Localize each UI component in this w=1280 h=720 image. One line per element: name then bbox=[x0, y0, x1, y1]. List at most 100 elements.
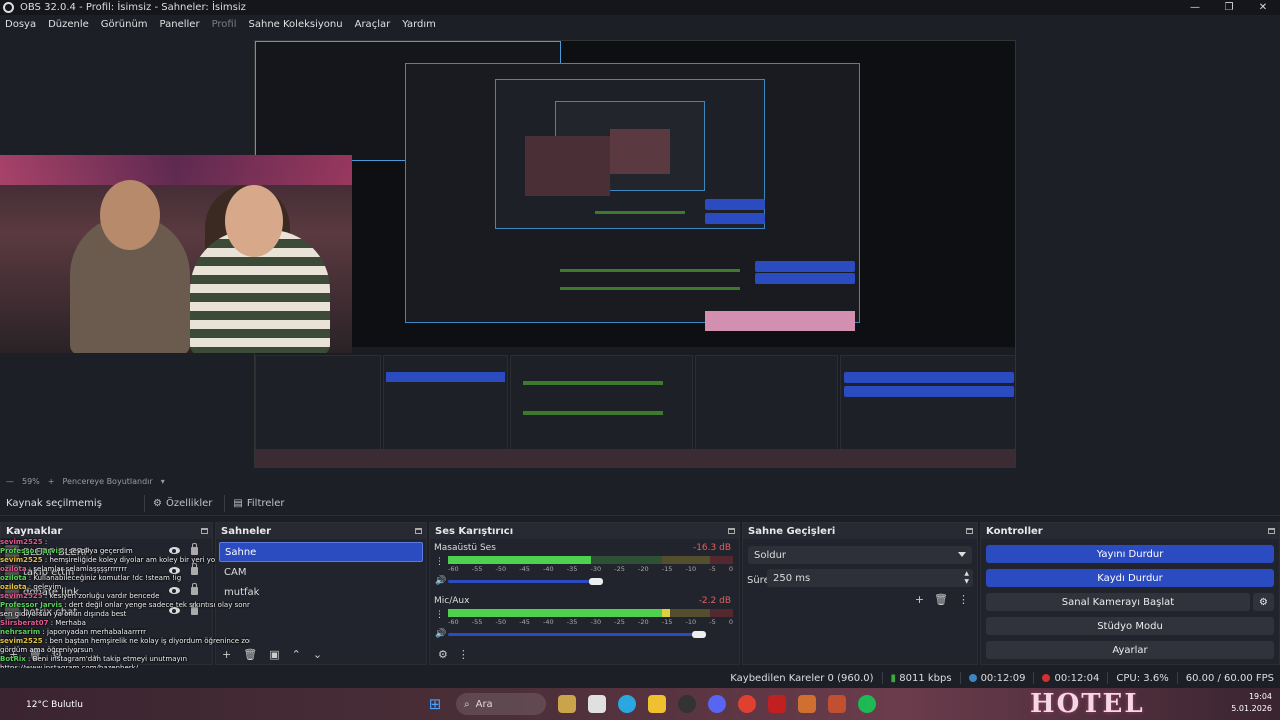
minimize-icon[interactable]: — bbox=[1178, 0, 1212, 15]
record-time: 00:12:04 bbox=[1054, 672, 1100, 684]
eye-icon[interactable] bbox=[169, 547, 180, 554]
discord-icon[interactable] bbox=[708, 695, 726, 713]
volume-slider[interactable] bbox=[448, 633, 699, 636]
menu-tools[interactable]: Araçlar bbox=[355, 19, 391, 30]
source-item[interactable]: BLERP BLERP bbox=[1, 542, 212, 562]
source-type-icon bbox=[5, 565, 19, 579]
app-icon[interactable] bbox=[768, 695, 786, 713]
meter-tick-label: -5 bbox=[709, 565, 716, 573]
menu-help[interactable]: Yardım bbox=[402, 19, 436, 30]
chevron-down-icon[interactable]: ▼ bbox=[964, 578, 969, 585]
source-item[interactable]: donate link bbox=[1, 582, 212, 602]
source-item[interactable]: botrix chat bbox=[1, 602, 212, 622]
scene-item[interactable]: CAM bbox=[219, 562, 423, 582]
folder-icon[interactable] bbox=[648, 695, 666, 713]
app-icon[interactable] bbox=[828, 695, 846, 713]
settings-button[interactable]: Ayarlar bbox=[986, 641, 1274, 659]
maximize-icon[interactable]: ❐ bbox=[1212, 0, 1246, 15]
kebab-icon[interactable]: ⋮ bbox=[435, 610, 444, 620]
volume-slider[interactable] bbox=[448, 580, 597, 583]
eye-icon[interactable] bbox=[169, 567, 180, 574]
menu-profile[interactable]: Profil bbox=[212, 19, 237, 30]
chevron-down-icon[interactable]: ⌄ bbox=[91, 648, 100, 661]
stop-recording-button[interactable]: Kaydı Durdur bbox=[986, 569, 1274, 587]
properties-button[interactable]: ⚙ Özellikler bbox=[144, 495, 220, 512]
undock-icon[interactable] bbox=[201, 528, 208, 534]
undock-icon[interactable] bbox=[966, 528, 973, 534]
lock-icon[interactable] bbox=[191, 563, 198, 575]
zoom-out-icon[interactable]: — bbox=[6, 477, 14, 486]
stop-streaming-button[interactable]: Yayını Durdur bbox=[986, 545, 1274, 563]
obs-taskbar-icon[interactable] bbox=[678, 695, 696, 713]
eye-icon[interactable] bbox=[169, 587, 180, 594]
transition-select[interactable]: Soldur bbox=[748, 546, 972, 564]
scene-item[interactable]: mutfak bbox=[219, 582, 423, 602]
windows-start-icon[interactable]: ⊞ bbox=[426, 695, 444, 713]
volume-slider-handle[interactable] bbox=[691, 631, 706, 638]
virtual-camera-settings-button[interactable]: ⚙ bbox=[1253, 593, 1274, 611]
gear-icon[interactable]: ⚙ bbox=[52, 648, 62, 661]
preview-canvas[interactable] bbox=[254, 40, 1016, 468]
plus-icon[interactable]: + bbox=[915, 593, 924, 606]
plus-icon[interactable]: + bbox=[9, 648, 18, 661]
kebab-icon[interactable]: ⋮ bbox=[458, 648, 469, 661]
controls-dock: Kontroller Yayını Durdur Kaydı Durdur Sa… bbox=[980, 522, 1280, 665]
transition-value: Soldur bbox=[754, 549, 787, 561]
app-icon[interactable] bbox=[798, 695, 816, 713]
source-item[interactable]: takip ettin bbox=[1, 562, 212, 582]
trash-icon[interactable]: 🗑 bbox=[934, 593, 948, 606]
nested-meter bbox=[523, 411, 663, 415]
kebab-icon[interactable]: ⋮ bbox=[958, 593, 969, 606]
volume-slider-handle[interactable] bbox=[589, 578, 604, 585]
kebab-icon[interactable]: ⋮ bbox=[435, 557, 444, 567]
stream-icon bbox=[968, 673, 977, 682]
nested-webcam bbox=[525, 136, 610, 196]
lock-icon[interactable] bbox=[191, 543, 198, 555]
menu-scene-collection[interactable]: Sahne Koleksiyonu bbox=[249, 19, 343, 30]
zoom-dropdown-icon[interactable]: ▾ bbox=[161, 477, 165, 486]
start-virtual-camera-button[interactable]: Sanal Kamerayı Başlat bbox=[986, 593, 1250, 611]
menu-file[interactable]: Dosya bbox=[5, 19, 36, 30]
undock-icon[interactable] bbox=[415, 528, 422, 534]
zoom-in-icon[interactable]: + bbox=[48, 477, 55, 486]
advanced-audio-icon[interactable]: ⚙ bbox=[438, 648, 448, 661]
stream-timer: 00:12:09 bbox=[968, 673, 1025, 684]
trash-icon[interactable]: 🗑 bbox=[28, 648, 42, 661]
taskbar-clock[interactable]: 19:04 5.01.2026 bbox=[1231, 691, 1272, 715]
undock-icon[interactable] bbox=[728, 528, 735, 534]
filters-button[interactable]: ▤ Filtreler bbox=[224, 495, 292, 512]
spotify-icon[interactable] bbox=[858, 695, 876, 713]
speaker-icon[interactable]: 🔊 bbox=[435, 576, 446, 586]
chevron-down-icon[interactable]: ⌄ bbox=[313, 648, 322, 661]
duration-input[interactable]: 250 ms ▲ ▼ bbox=[767, 569, 973, 587]
chevron-up-icon[interactable]: ⌃ bbox=[292, 648, 301, 661]
scene-item-selected[interactable]: Sahne bbox=[219, 542, 423, 562]
nested-control bbox=[705, 213, 765, 224]
weather-widget[interactable]: 12°C Bulutlu bbox=[26, 700, 83, 710]
studio-mode-button[interactable]: Stüdyo Modu bbox=[986, 617, 1274, 635]
eye-icon[interactable] bbox=[169, 607, 180, 614]
taskbar-search[interactable]: ⌕ Ara bbox=[456, 693, 546, 715]
chevron-up-icon[interactable]: ⌃ bbox=[72, 648, 81, 661]
menu-docks[interactable]: Paneller bbox=[160, 19, 200, 30]
lock-icon[interactable] bbox=[191, 603, 198, 615]
nested-webcam bbox=[610, 129, 670, 174]
lock-icon[interactable] bbox=[191, 583, 198, 595]
speaker-icon[interactable]: 🔊 bbox=[435, 629, 446, 639]
chevron-down-icon bbox=[958, 552, 966, 557]
chevron-up-icon[interactable]: ▲ bbox=[964, 570, 969, 577]
mixer-dock: Ses Karıştırıcı Masaüstü Ses -16.3 dB ⋮ … bbox=[429, 522, 740, 665]
filter-icon[interactable]: ▣ bbox=[269, 648, 279, 661]
chrome-icon[interactable] bbox=[738, 695, 756, 713]
undock-icon[interactable] bbox=[1268, 528, 1275, 534]
edge-icon[interactable] bbox=[618, 695, 636, 713]
menu-view[interactable]: Görünüm bbox=[101, 19, 148, 30]
files-icon[interactable] bbox=[588, 695, 606, 713]
menu-edit[interactable]: Düzenle bbox=[48, 19, 89, 30]
plus-icon[interactable]: + bbox=[222, 648, 231, 661]
trash-icon[interactable]: 🗑 bbox=[243, 648, 257, 661]
fit-to-window[interactable]: Pencereye Boyutlandır bbox=[62, 477, 152, 486]
nested-control bbox=[755, 261, 855, 272]
widgets-icon[interactable] bbox=[558, 695, 576, 713]
close-icon[interactable]: ✕ bbox=[1246, 0, 1280, 15]
